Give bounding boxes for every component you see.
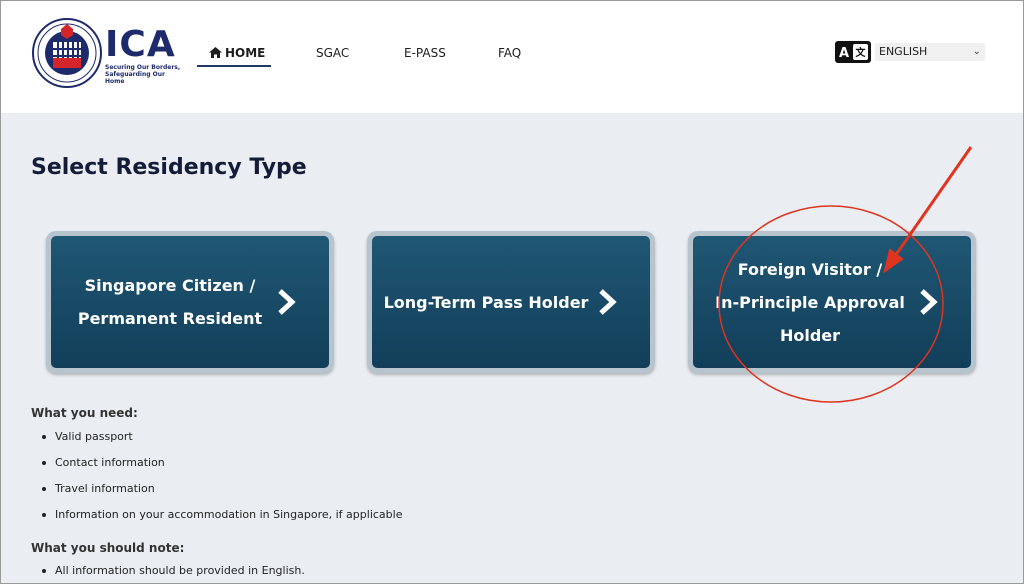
card-label: Long-Term Pass Holder	[383, 292, 589, 312]
language-select[interactable]: ENGLISH ⌄	[875, 43, 985, 61]
svg-text:文: 文	[856, 46, 867, 59]
nav-home[interactable]: HOME	[197, 41, 271, 67]
page-title: Select Residency Type	[31, 155, 307, 180]
logo-title: ICA	[105, 24, 176, 65]
svg-text:A: A	[839, 46, 849, 61]
residency-card-citizen-pr[interactable]: Singapore Citizen / Permanent Resident	[46, 231, 334, 373]
main-content: Select Residency Type Singapore Citizen …	[1, 113, 1023, 583]
ica-emblem-icon[interactable]	[32, 18, 102, 88]
chevron-right-icon	[278, 289, 296, 315]
card-label: Singapore Citizen / Permanent Resident	[77, 276, 263, 328]
site-header: ICA Securing Our Borders, Safeguarding O…	[1, 1, 1023, 113]
need-item: Travel information	[42, 482, 155, 495]
page-frame: ICA Securing Our Borders, Safeguarding O…	[0, 0, 1024, 584]
logo-tagline-line2: Safeguarding Our Home	[105, 71, 165, 85]
residency-card-foreign-visitor[interactable]: Foreign Visitor / In-Principle Approval …	[688, 231, 976, 373]
chevron-right-icon	[920, 289, 938, 315]
nav-epass[interactable]: E-PASS	[404, 41, 446, 67]
need-item: Contact information	[42, 456, 165, 469]
need-item: Valid passport	[42, 430, 133, 443]
home-icon	[209, 47, 222, 58]
note-heading: What you should note:	[31, 541, 185, 555]
logo-tagline-line1: Securing Our Borders,	[105, 64, 181, 71]
card-body: Foreign Visitor / In-Principle Approval …	[693, 236, 971, 368]
nav-home-label: HOME	[225, 46, 266, 60]
card-body: Long-Term Pass Holder	[372, 236, 650, 368]
ica-logo[interactable]: ICA Securing Our Borders, Safeguarding O…	[105, 26, 181, 86]
nav-sgac[interactable]: SGAC	[316, 41, 349, 67]
card-label: Foreign Visitor / In-Principle Approval …	[715, 259, 905, 345]
nav-faq[interactable]: FAQ	[498, 41, 521, 67]
note-item: All information should be provided in En…	[42, 564, 305, 577]
chevron-right-icon	[599, 289, 617, 315]
language-selected-value: ENGLISH	[879, 45, 928, 58]
need-item: Information on your accommodation in Sin…	[41, 508, 403, 521]
chevron-down-icon: ⌄	[972, 46, 981, 57]
residency-card-long-term-pass[interactable]: Long-Term Pass Holder	[367, 231, 655, 373]
need-heading: What you need:	[31, 406, 138, 420]
card-body: Singapore Citizen / Permanent Resident	[51, 236, 329, 368]
translate-icon[interactable]: A 文	[835, 41, 871, 63]
